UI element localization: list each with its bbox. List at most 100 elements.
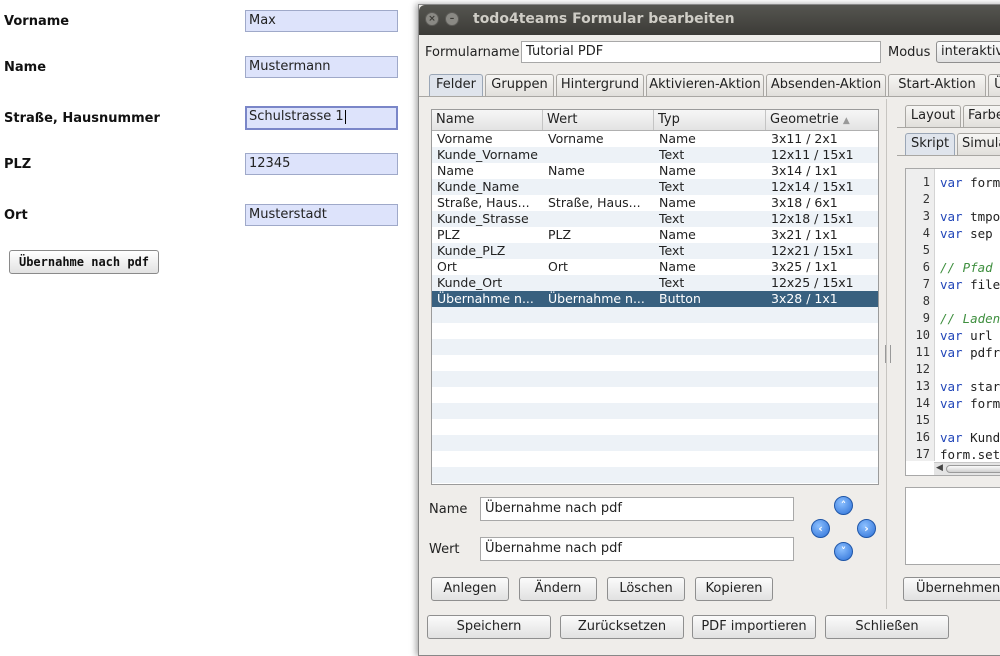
- table-row[interactable]: [432, 307, 878, 323]
- scroll-left-icon[interactable]: ◀: [936, 463, 943, 473]
- line-number: 12: [915, 362, 930, 376]
- table-row[interactable]: Straße, Haus... Straße, Haus... Name 3x18 /…: [432, 195, 878, 211]
- strasse-input[interactable]: Schulstrasse 1: [245, 106, 398, 130]
- column-header-name[interactable]: Name: [432, 110, 543, 130]
- tab-skript[interactable]: Skript: [905, 133, 955, 155]
- line-number: 7: [922, 277, 930, 291]
- main-tabbar: Felder Gruppen Hintergrund Aktivieren-Ak…: [429, 74, 1000, 96]
- minimize-icon[interactable]: –: [445, 12, 459, 26]
- loeschen-button[interactable]: Löschen: [607, 577, 685, 601]
- code-line: form.set: [940, 447, 1000, 462]
- tab-simulation[interactable]: Simula: [957, 133, 1000, 155]
- tab-uebersicht[interactable]: Üb: [988, 74, 1000, 96]
- table-cell: Name: [548, 163, 585, 178]
- tab-absenden-aktion[interactable]: Absenden-Aktion: [766, 74, 886, 96]
- table-cell: Text: [659, 211, 685, 226]
- table-row[interactable]: [432, 403, 878, 419]
- tab-start-aktion[interactable]: Start-Aktion: [888, 74, 986, 96]
- split-grip-handle[interactable]: [885, 345, 891, 363]
- table-cell: Vorname: [548, 131, 604, 146]
- table-row[interactable]: Kunde_Vorname Text 12x11 / 15x1: [432, 147, 878, 163]
- tab-gruppen[interactable]: Gruppen: [485, 74, 554, 96]
- uebernehmen-button[interactable]: Übernehmen: [903, 577, 1000, 601]
- code-line: var url: [940, 328, 993, 343]
- move-up-icon[interactable]: ˄: [834, 496, 853, 515]
- table-row[interactable]: [432, 419, 878, 435]
- table-row[interactable]: Kunde_Name Text 12x14 / 15x1: [432, 179, 878, 195]
- table-row[interactable]: Vorname Vorname Name 3x11 / 2x1: [432, 131, 878, 147]
- zuruecksetzen-button[interactable]: Zurücksetzen: [560, 615, 684, 639]
- table-cell: Ort: [437, 259, 457, 274]
- table-row[interactable]: Kunde_PLZ Text 12x21 / 15x1: [432, 243, 878, 259]
- fields-table[interactable]: Name Wert Typ Geometrie ▲ Vorname Vorname…: [431, 109, 879, 485]
- column-header-wert[interactable]: Wert: [543, 110, 654, 130]
- table-cell: [543, 211, 654, 227]
- column-header-typ[interactable]: Typ: [654, 110, 766, 130]
- table-cell: Name: [659, 195, 696, 210]
- table-cell: Übernahme n...: [548, 291, 645, 306]
- tab-aktivieren-aktion[interactable]: Aktivieren-Aktion: [646, 74, 764, 96]
- table-cell: PLZ: [437, 227, 461, 242]
- sort-ascending-icon: ▲: [842, 116, 850, 126]
- anlegen-button[interactable]: Anlegen: [431, 577, 509, 601]
- uebernahme-pdf-button[interactable]: Übernahme nach pdf: [9, 250, 159, 274]
- script-editor[interactable]: 1 var form 2 3 var tmpo 4 var sep 5 6 // Pfad 7 var…: [905, 168, 1000, 476]
- modus-label: Modus: [888, 45, 931, 60]
- code-line: var form: [940, 396, 1000, 411]
- table-cell: 12x11 / 15x1: [771, 147, 854, 162]
- speichern-button[interactable]: Speichern: [427, 615, 551, 639]
- table-row[interactable]: Ort Ort Name 3x25 / 1x1: [432, 259, 878, 275]
- kopieren-button[interactable]: Kopieren: [695, 577, 773, 601]
- tab-hintergrund[interactable]: Hintergrund: [556, 74, 644, 96]
- table-cell: [543, 147, 654, 163]
- close-icon[interactable]: ×: [425, 12, 439, 26]
- vorname-input[interactable]: Max: [245, 10, 398, 32]
- table-cell: Name: [659, 131, 696, 146]
- scrollbar-thumb[interactable]: [946, 465, 1000, 473]
- tab-felder[interactable]: Felder: [429, 74, 483, 96]
- right-tab-separator: [897, 127, 1000, 128]
- table-row[interactable]: Kunde_Strasse Text 12x18 / 15x1: [432, 211, 878, 227]
- table-row[interactable]: Übernahme n... Übernahme n... Button 3x28 /…: [432, 291, 878, 307]
- move-right-icon[interactable]: ›: [857, 519, 876, 538]
- dialog-titlebar[interactable]: × – todo4teams Formular bearbeiten: [419, 5, 1000, 35]
- field-wert-label: Wert: [429, 542, 460, 557]
- formname-input[interactable]: Tutorial PDF: [521, 41, 881, 63]
- script-output-area[interactable]: [905, 487, 1000, 565]
- field-wert-input[interactable]: Übernahme nach pdf: [480, 537, 794, 561]
- tab-farbe[interactable]: Farbe: [963, 105, 1000, 127]
- table-row[interactable]: Kunde_Ort Text 12x25 / 15x1: [432, 275, 878, 291]
- line-number: 5: [922, 243, 930, 257]
- table-row[interactable]: [432, 355, 878, 371]
- modus-select[interactable]: interaktiv: [936, 41, 1000, 63]
- table-row[interactable]: [432, 339, 878, 355]
- field-name-input[interactable]: Übernahme nach pdf: [480, 497, 794, 521]
- table-cell: 3x25 / 1x1: [771, 259, 838, 274]
- table-row[interactable]: PLZ PLZ Name 3x21 / 1x1: [432, 227, 878, 243]
- ort-input[interactable]: Musterstadt: [245, 204, 398, 226]
- schliessen-button[interactable]: Schließen: [825, 615, 949, 639]
- table-cell: Kunde_Vorname: [437, 147, 538, 162]
- table-row[interactable]: [432, 371, 878, 387]
- table-row[interactable]: [432, 435, 878, 451]
- horizontal-scrollbar[interactable]: ◀: [934, 462, 1000, 475]
- move-down-icon[interactable]: ˅: [834, 542, 853, 561]
- table-cell: Name: [659, 163, 696, 178]
- column-header-geometrie[interactable]: Geometrie ▲: [766, 110, 878, 130]
- table-row[interactable]: [432, 387, 878, 403]
- aendern-button[interactable]: Ändern: [519, 577, 597, 601]
- plz-input[interactable]: 12345: [245, 153, 398, 175]
- table-cell: PLZ: [548, 227, 572, 242]
- table-row[interactable]: Name Name Name 3x14 / 1x1: [432, 163, 878, 179]
- table-cell: Text: [659, 147, 685, 162]
- tab-layout[interactable]: Layout: [905, 105, 961, 127]
- pdf-importieren-button[interactable]: PDF importieren: [692, 615, 816, 639]
- line-number: 10: [915, 328, 930, 342]
- table-cell: 12x21 / 15x1: [771, 243, 854, 258]
- table-row[interactable]: [432, 323, 878, 339]
- table-row[interactable]: [432, 467, 878, 483]
- line-number: 4: [922, 226, 930, 240]
- move-left-icon[interactable]: ‹: [811, 519, 830, 538]
- name-input[interactable]: Mustermann: [245, 56, 398, 78]
- table-row[interactable]: [432, 451, 878, 467]
